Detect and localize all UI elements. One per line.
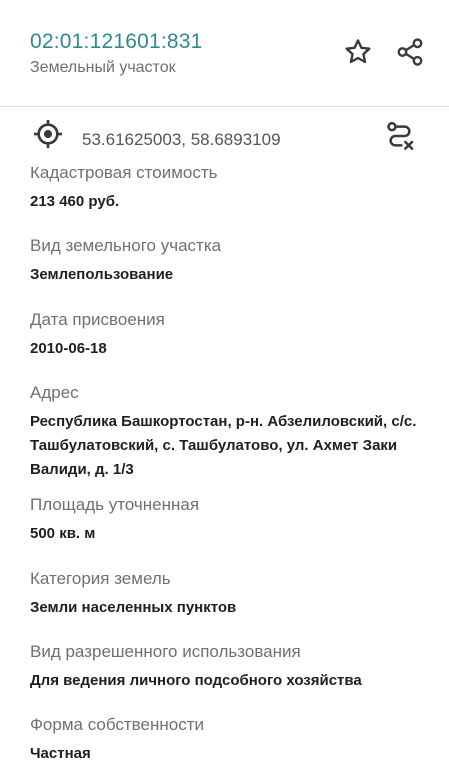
route-button[interactable] xyxy=(380,118,420,158)
field-label: Вид земельного участка xyxy=(30,236,222,255)
locate-button[interactable] xyxy=(30,118,66,154)
field-label: Категория земель xyxy=(30,569,171,588)
field-value: 2010-06-18 xyxy=(30,340,107,357)
field-label: Кадастровая стоимость xyxy=(30,167,218,182)
field-label: Площадь уточненная xyxy=(30,495,200,514)
field-label: Дата присвоения xyxy=(30,310,165,329)
field-land-category: Категория земель Земли населенных пункто… xyxy=(30,568,440,620)
field-value: 500 кв. м xyxy=(30,525,96,542)
field-cadastral-value: Кадастровая стоимость 213 460 руб. xyxy=(30,167,440,214)
field-label: Форма собственности xyxy=(30,715,204,734)
field-area: Площадь уточненная 500 кв. м xyxy=(30,494,440,546)
coordinates-text[interactable]: 53.61625003, 58.6893109 xyxy=(82,130,281,150)
field-assignment-date: Дата присвоения 2010-06-18 xyxy=(30,309,440,361)
share-button[interactable] xyxy=(390,34,430,74)
field-value: Для ведения личного подсобного хозяйства xyxy=(30,672,362,689)
field-value: Землепользование xyxy=(30,266,174,283)
route-icon xyxy=(384,120,416,157)
field-value: Частная xyxy=(30,745,91,762)
field-value: Земли населенных пунктов xyxy=(30,599,237,616)
field-label: Вид разрешенного использования xyxy=(30,642,301,661)
field-land-type: Вид земельного участка Землепользование xyxy=(30,235,440,287)
field-ownership-form: Форма собственности Частная xyxy=(30,714,440,766)
favorite-button[interactable] xyxy=(338,34,378,74)
field-value: Республика Башкортостан, р-н. Абзелиловс… xyxy=(30,413,417,478)
star-icon xyxy=(343,37,373,72)
cadastral-number[interactable]: 02:01:121601:831 xyxy=(30,30,203,54)
field-label: Адрес xyxy=(30,383,79,402)
object-type: Земельный участок xyxy=(30,59,176,76)
field-permitted-use: Вид разрешенного использования Для веден… xyxy=(30,641,440,693)
field-value: 213 460 руб. xyxy=(30,193,120,210)
field-address: Адрес Республика Башкортостан, р-н. Абзе… xyxy=(30,382,440,482)
target-icon xyxy=(32,118,64,155)
header: 02:01:121601:831 Земельный участок xyxy=(0,0,449,106)
details-list: Кадастровая стоимость 213 460 руб. Вид з… xyxy=(0,167,449,768)
share-icon xyxy=(395,37,425,72)
